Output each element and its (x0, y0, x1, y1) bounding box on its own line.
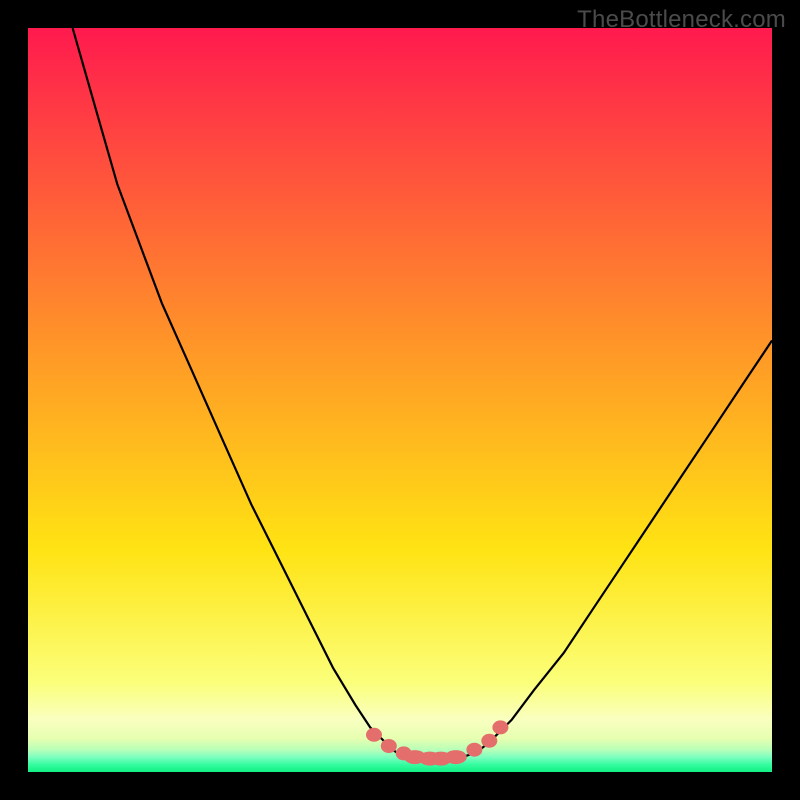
curve-marker (481, 734, 497, 748)
chart-frame: TheBottleneck.com (0, 0, 800, 800)
curve-marker (492, 720, 508, 734)
curve-marker (366, 728, 382, 742)
watermark-text: TheBottleneck.com (577, 6, 786, 34)
curve-marker (466, 743, 482, 757)
curve-marker (381, 739, 397, 753)
bottleneck-curve (28, 28, 772, 772)
curve-marker (445, 750, 467, 764)
plot-area (28, 28, 772, 772)
